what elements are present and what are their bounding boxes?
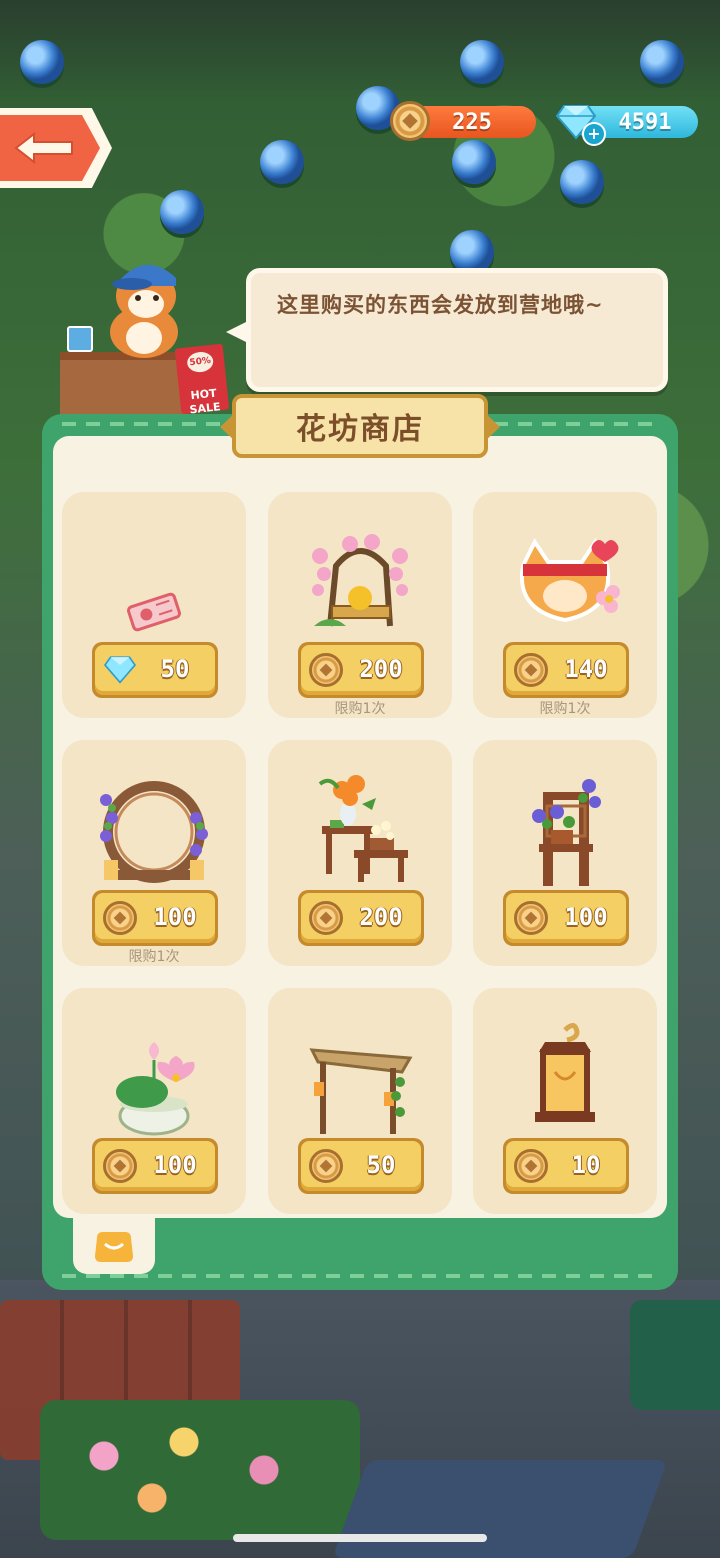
shop-item-fox-sticker[interactable]: 140 限购1次: [473, 492, 657, 718]
cafe-building: [630, 1300, 720, 1410]
decor-plant: [560, 160, 604, 204]
shop-item-lotus-pot[interactable]: 100: [62, 988, 246, 1214]
shop-tab-bag[interactable]: [73, 1214, 155, 1274]
coin-icon: [514, 653, 548, 687]
coin-icon: [309, 1149, 343, 1183]
wisteria-bench-icon: [312, 534, 408, 627]
speech-bubble: 这里购买的东西会发放到营地哦~: [246, 268, 668, 392]
coin-icon: [390, 101, 430, 141]
shop-item-ticket[interactable]: 50: [62, 492, 246, 718]
lantern-icon: [535, 1023, 595, 1122]
wood-gate-icon: [309, 1048, 413, 1134]
item-price: 200: [359, 655, 403, 683]
buy-button[interactable]: 200: [298, 642, 424, 698]
buy-button[interactable]: 200: [298, 890, 424, 946]
coin-icon: [103, 1149, 137, 1183]
coin-icon: [309, 901, 343, 935]
item-price: 100: [153, 903, 197, 931]
coin-balance: 225: [452, 109, 492, 135]
coin-icon: [309, 653, 343, 687]
lotus-pot-icon: [116, 1042, 195, 1136]
plant-stand-icon: [532, 779, 601, 886]
purchase-limit: 限购1次: [128, 949, 180, 965]
item-price: 50: [366, 1151, 396, 1179]
shop-item-plant-stand[interactable]: 100: [473, 740, 657, 966]
purchase-limit: 限购1次: [539, 701, 591, 717]
add-gems-plus-icon[interactable]: +: [582, 122, 606, 146]
decor-plant: [260, 140, 304, 184]
coin-icon: [514, 1149, 548, 1183]
sale-percent: 50% OFF: [186, 350, 215, 388]
buy-button[interactable]: 50: [298, 1138, 424, 1194]
buy-button[interactable]: 100: [503, 890, 629, 946]
speech-text: 这里购买的东西会发放到营地哦~: [277, 293, 604, 317]
shop-item-flower-arch[interactable]: 100 限购1次: [62, 740, 246, 966]
flower-table-icon: [318, 775, 408, 882]
decor-plant: [460, 40, 504, 84]
item-price: 140: [564, 655, 608, 683]
panel-trim: [62, 1274, 658, 1278]
buy-button[interactable]: 100: [92, 890, 218, 946]
buy-button[interactable]: 10: [503, 1138, 629, 1194]
hot-sale-tag: 50% OFF HOT SALE: [174, 343, 230, 416]
gem-balance: 4591: [618, 109, 672, 135]
roof: [332, 1460, 668, 1558]
item-price: 100: [564, 903, 608, 931]
item-price: 200: [359, 903, 403, 931]
gem-icon: [104, 656, 136, 684]
coin-icon: [103, 901, 137, 935]
ticket-icon: [127, 592, 181, 632]
back-arrow-icon: [14, 132, 73, 164]
fox-sticker-icon: [519, 538, 620, 623]
shopping-bag-icon: [95, 1232, 133, 1262]
shop-item-wood-gate[interactable]: 50: [268, 988, 452, 1214]
decor-plant: [640, 40, 684, 84]
shop-item-flower-table[interactable]: 200: [268, 740, 452, 966]
buy-button[interactable]: 140: [503, 642, 629, 698]
decor-plant: [20, 40, 64, 84]
shop-title-plate: 花坊商店: [232, 394, 488, 458]
buy-button[interactable]: 50: [92, 642, 218, 698]
decor-plant: [452, 140, 496, 184]
home-indicator[interactable]: [233, 1534, 487, 1542]
shop-item-lantern[interactable]: 10: [473, 988, 657, 1214]
purchase-limit: 限购1次: [334, 701, 386, 717]
shopkeeper-corgi: [110, 264, 178, 358]
qr-code-icon: [67, 326, 93, 352]
coin-icon: [514, 901, 548, 935]
flowerbed: [40, 1400, 360, 1540]
buy-button[interactable]: 100: [92, 1138, 218, 1194]
decor-plant: [160, 190, 204, 234]
shop-item-wisteria-bench[interactable]: 200 限购1次: [268, 492, 452, 718]
top-shade: [0, 0, 720, 100]
item-price: 10: [571, 1151, 601, 1179]
shop-title: 花坊商店: [296, 412, 424, 447]
item-price: 50: [160, 655, 190, 683]
item-price: 100: [153, 1151, 197, 1179]
flower-arch-icon: [100, 781, 208, 883]
